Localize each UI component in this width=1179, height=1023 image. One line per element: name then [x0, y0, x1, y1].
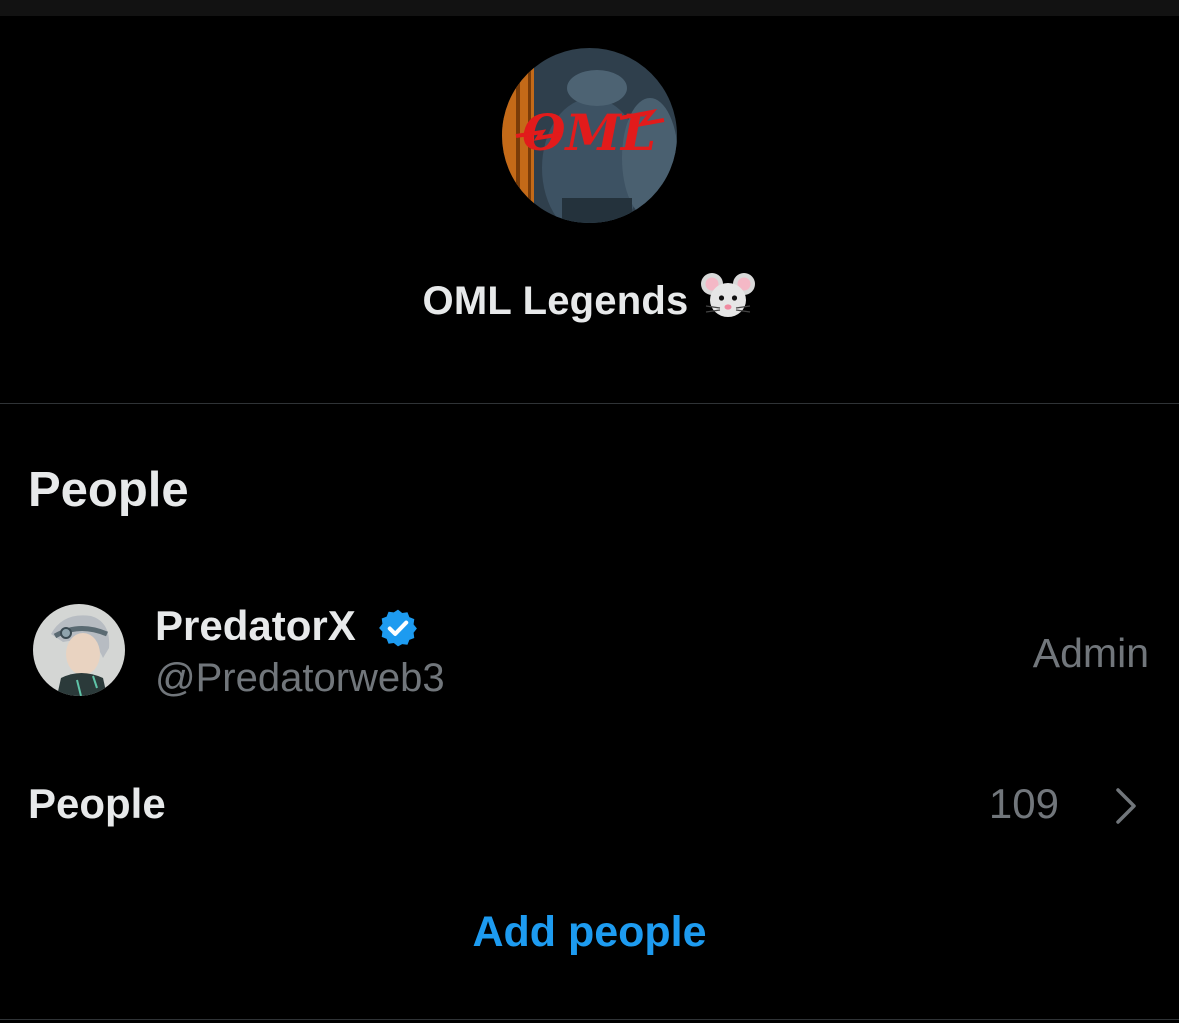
group-title: OML Legends: [0, 268, 1179, 334]
bottom-divider: [0, 1019, 1179, 1020]
group-avatar[interactable]: OML: [502, 48, 677, 223]
section-divider: [0, 403, 1179, 404]
people-section-heading: People: [28, 463, 189, 517]
people-row-label: People: [28, 780, 166, 827]
member-role-badge: Admin: [1032, 630, 1149, 676]
group-title-text: OML Legends: [422, 279, 689, 323]
member-name: PredatorX: [155, 602, 356, 649]
avatar[interactable]: [33, 604, 125, 696]
chevron-right-icon: [1116, 788, 1136, 824]
mouse-face-icon: [700, 268, 756, 334]
people-count: 109: [988, 780, 1059, 827]
member-handle: @Predatorweb3: [155, 656, 445, 700]
member-avatar-image: [33, 604, 125, 696]
group-avatar-image: OML: [502, 48, 677, 223]
add-people-button[interactable]: Add people: [0, 908, 1179, 957]
member-row[interactable]: PredatorX @Predatorweb3 Admin: [0, 590, 1179, 720]
verified-badge-icon: [379, 609, 417, 647]
status-strip: [0, 0, 1179, 16]
people-count-row[interactable]: People 109: [0, 770, 1179, 840]
